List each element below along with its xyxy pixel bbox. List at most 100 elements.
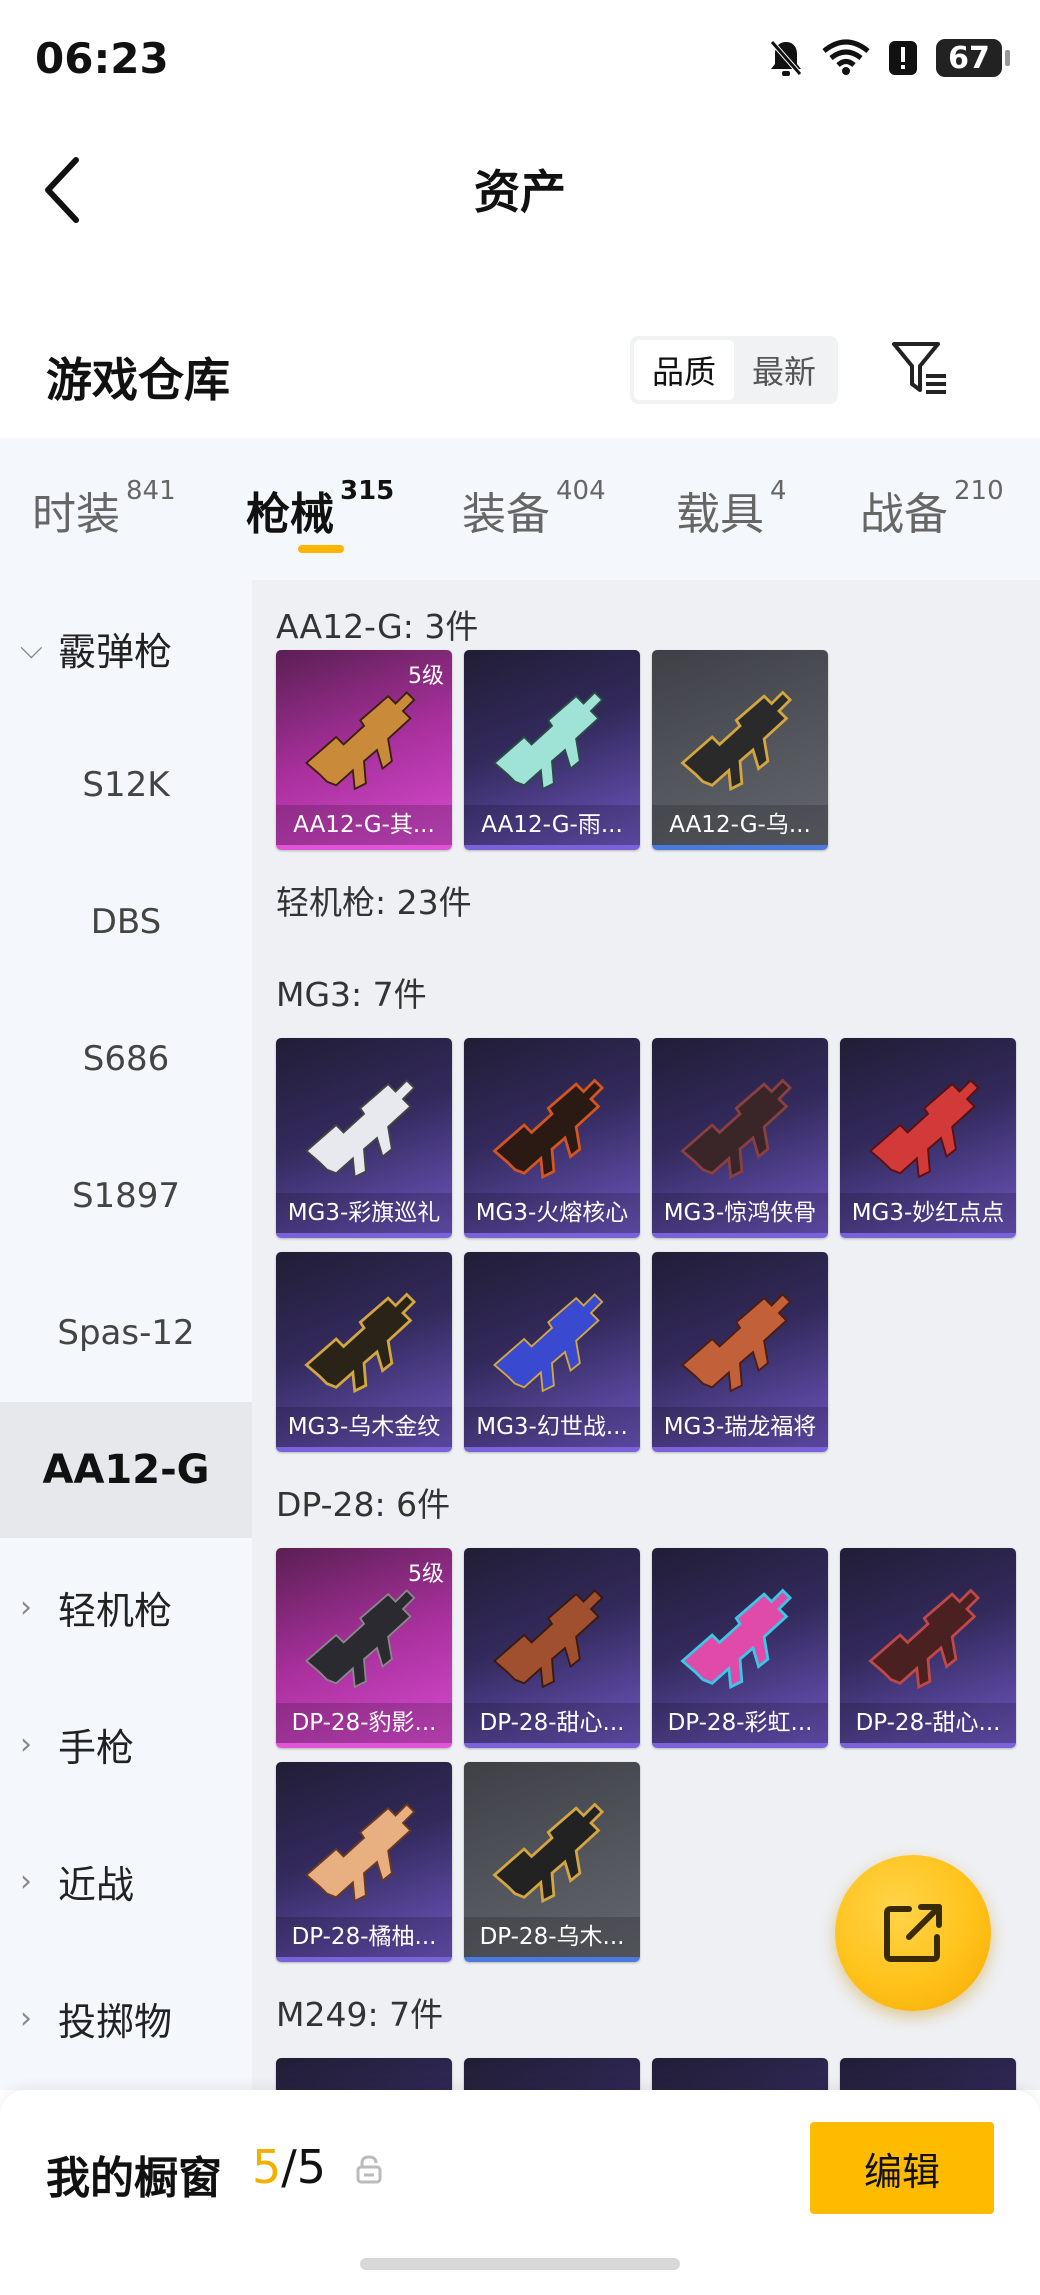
weapon-name: AA12-G-其...	[276, 805, 452, 845]
sort-toggle: 品质 最新	[630, 336, 838, 404]
weapon-name: MG3-火熔核心	[464, 1193, 640, 1233]
tab-count: 404	[556, 476, 606, 506]
weapon-card[interactable]: DP-28-甜心...	[840, 1548, 1016, 1748]
filter-icon[interactable]	[888, 338, 950, 400]
bell-muted-icon	[770, 40, 802, 76]
tab-label: 时装	[32, 489, 120, 540]
tab-equipment[interactable]: 装备 404	[462, 476, 606, 542]
lock-icon	[356, 2155, 382, 2184]
weapon-card[interactable]: 5级 AA12-G-其...	[276, 650, 452, 850]
sidebar-item-shotgun[interactable]: ⌵ 霰弹枪	[0, 580, 252, 716]
weapon-card[interactable]: DP-28-乌木...	[464, 1762, 640, 1962]
tier-badge: 5级	[408, 1562, 444, 1587]
group-label: MG3: 7件	[276, 975, 427, 1014]
group-label: AA12-G: 3件	[276, 607, 479, 646]
weapon-card[interactable]: MG3-彩旗巡礼	[276, 1038, 452, 1238]
weapon-name: DP-28-豹影...	[276, 1703, 452, 1743]
sidebar-item-label: S686	[82, 1039, 170, 1079]
sort-option-newest[interactable]: 最新	[734, 340, 834, 400]
sort-option-quality[interactable]: 品质	[634, 340, 734, 400]
sidebar-item-lmg[interactable]: › 轻机枪	[0, 1539, 252, 1675]
sidebar-item-aa12g[interactable]: AA12-G	[0, 1402, 252, 1538]
tab-vehicles[interactable]: 载具 4	[676, 476, 787, 542]
sidebar-item-label: DBS	[90, 902, 162, 942]
weapon-card[interactable]: 5级 DP-28-豹影...	[276, 1548, 452, 1748]
weapon-card[interactable]: DP-28-彩虹...	[652, 1548, 828, 1748]
tier-badge: 5级	[408, 664, 444, 689]
weapon-card[interactable]: DP-28-橘柚...	[276, 1762, 452, 1962]
sidebar-item-label: S12K	[82, 765, 170, 805]
weapon-card[interactable]: DP-28-甜心...	[464, 1548, 640, 1748]
tab-firearms[interactable]: 枪械 315	[246, 476, 394, 542]
wifi-icon	[822, 39, 870, 75]
group-label: 轻机枪: 23件	[276, 883, 472, 922]
weapon-name: DP-28-甜心...	[840, 1703, 1016, 1743]
weapon-image	[493, 691, 604, 790]
weapon-card[interactable]: MG3-乌木金纹	[276, 1252, 452, 1452]
tab-supplies[interactable]: 战备 210	[860, 476, 1004, 542]
weapon-card[interactable]: MG3-幻世战...	[464, 1252, 640, 1452]
weapon-name: MG3-惊鸿侠骨	[652, 1193, 828, 1233]
weapon-image	[681, 1589, 792, 1689]
tab-costume[interactable]: 时装 841	[32, 476, 176, 542]
weapon-name: MG3-瑞龙福将	[652, 1407, 828, 1447]
edit-button[interactable]: 编辑	[810, 2122, 994, 2214]
weapon-card[interactable]	[276, 2058, 452, 2090]
sidebar-item-s686[interactable]: S686	[0, 991, 252, 1127]
weapon-image	[681, 1079, 792, 1179]
weapon-name: AA12-G-雨...	[464, 805, 640, 845]
sidebar-item-dbs[interactable]: DBS	[0, 854, 252, 990]
share-external-icon	[884, 1904, 942, 1962]
weapon-image	[681, 1293, 792, 1392]
home-indicator[interactable]	[360, 2258, 680, 2270]
showcase-current: 5	[252, 2140, 282, 2194]
chevron-right-icon: ›	[20, 1726, 32, 1762]
weapon-name: MG3-妙红点点	[840, 1193, 1016, 1233]
sidebar-item-pistol[interactable]: › 手枪	[0, 1676, 252, 1812]
chevron-right-icon: ›	[20, 1863, 32, 1899]
warehouse-header: 游戏仓库 品质 最新	[0, 320, 1040, 440]
app-header: 资产	[0, 120, 1040, 250]
weapon-image	[305, 691, 416, 790]
weapon-image	[493, 1293, 604, 1392]
showcase-label: 我的橱窗	[46, 2153, 222, 2204]
weapon-name: MG3-彩旗巡礼	[276, 1193, 452, 1233]
category-tabs: 时装 841 枪械 315 装备 404 载具 4 战备 210	[0, 438, 1040, 580]
chevron-right-icon: ›	[20, 2000, 32, 2036]
weapon-image	[493, 1079, 604, 1179]
sidebar-item-label: 近战	[58, 1862, 135, 1907]
sidebar-item-s12k[interactable]: S12K	[0, 717, 252, 853]
sidebar-item-label: 轻机枪	[58, 1588, 173, 1633]
weapon-name: DP-28-橘柚...	[276, 1917, 452, 1957]
page-title: 资产	[474, 165, 566, 219]
weapon-card[interactable]: AA12-G-乌...	[652, 650, 828, 850]
weapon-card[interactable]: AA12-G-雨...	[464, 650, 640, 850]
weapon-image	[493, 1589, 604, 1688]
group-label: DP-28: 6件	[276, 1485, 451, 1524]
weapon-image	[305, 1293, 416, 1393]
weapon-name: AA12-G-乌...	[652, 805, 828, 845]
weapon-card[interactable]	[652, 2058, 828, 2090]
status-icons: 67	[768, 38, 1010, 78]
tab-count: 4	[770, 476, 787, 506]
showcase-bar: 我的橱窗 5/5 编辑	[0, 2090, 1040, 2295]
active-tab-indicator	[298, 545, 344, 553]
weapon-name: MG3-幻世战...	[464, 1407, 640, 1447]
battery-level: 67	[948, 40, 990, 76]
weapon-card[interactable]: MG3-火熔核心	[464, 1038, 640, 1238]
sidebar-item-spas12[interactable]: Spas-12	[0, 1265, 252, 1401]
alert-icon	[889, 41, 917, 75]
weapon-card[interactable]	[840, 2058, 1016, 2090]
share-fab-button[interactable]	[835, 1855, 991, 2011]
sidebar-item-s1897[interactable]: S1897	[0, 1128, 252, 1264]
tab-label: 枪械	[246, 489, 334, 540]
tab-count: 210	[954, 476, 1004, 506]
sidebar-item-label: S1897	[71, 1176, 181, 1216]
weapon-card[interactable]: MG3-惊鸿侠骨	[652, 1038, 828, 1238]
weapon-card[interactable]	[464, 2058, 640, 2090]
sidebar-item-melee[interactable]: › 近战	[0, 1813, 252, 1949]
warehouse-title: 游戏仓库	[46, 353, 230, 407]
weapon-card[interactable]: MG3-瑞龙福将	[652, 1252, 828, 1452]
sidebar-item-throwables[interactable]: › 投掷物	[0, 1950, 252, 2086]
weapon-card[interactable]: MG3-妙红点点	[840, 1038, 1016, 1238]
